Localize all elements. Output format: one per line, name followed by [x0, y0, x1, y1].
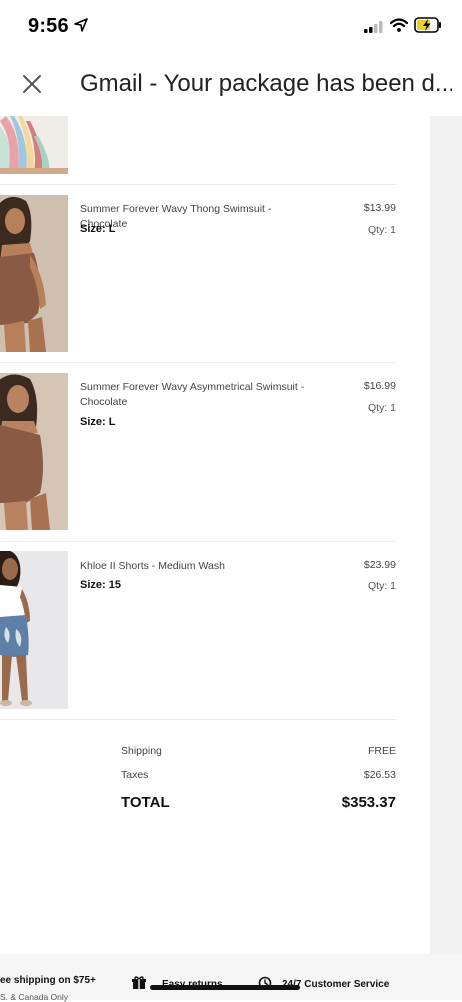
wifi-icon — [390, 18, 408, 32]
total-value: $353.37 — [341, 794, 396, 811]
item-price: $13.99 — [363, 202, 396, 214]
item-price: $23.99 — [363, 559, 396, 571]
item-divider — [0, 541, 397, 542]
product-image[interactable] — [0, 195, 68, 352]
item-qty: Qty: 1 — [367, 402, 396, 414]
home-indicator[interactable] — [150, 985, 300, 990]
status-time: 9:56 — [28, 15, 69, 37]
scroll-gutter — [430, 116, 462, 954]
item-name[interactable]: Khloe II Shorts - Medium Wash — [80, 559, 310, 574]
taxes-label: Taxes — [121, 769, 149, 781]
item-name[interactable]: Summer Forever Wavy Asymmetrical Swimsui… — [80, 380, 310, 410]
item-size: Size: L — [80, 416, 116, 428]
close-icon[interactable] — [18, 70, 46, 98]
item-qty: Qty: 1 — [367, 580, 396, 592]
cellular-signal-icon — [364, 21, 383, 33]
product-image[interactable] — [0, 373, 68, 530]
taxes-value: $26.53 — [363, 769, 396, 781]
status-bar: 9:56 — [0, 0, 462, 56]
item-price: $16.99 — [363, 380, 396, 392]
total-label: TOTAL — [121, 794, 170, 811]
location-arrow-icon — [74, 18, 88, 32]
shipping-label: Shipping — [121, 745, 162, 757]
item-size: Size: 15 — [80, 579, 121, 591]
battery-charging-icon — [414, 17, 441, 33]
free-shipping-text: ee shipping on $75+ — [0, 975, 96, 986]
item-size: Size: L — [80, 223, 116, 235]
item-divider — [0, 719, 397, 720]
item-qty: Qty: 1 — [367, 224, 396, 236]
item-divider — [0, 184, 397, 185]
page-title: Gmail - Your package has been d... — [80, 70, 452, 97]
item-divider — [0, 362, 397, 363]
shipping-value: FREE — [367, 745, 396, 757]
product-image-partial[interactable] — [0, 116, 68, 174]
app-bar: Gmail - Your package has been d... — [0, 56, 462, 114]
product-image[interactable] — [0, 551, 68, 709]
gift-icon — [132, 976, 146, 989]
free-shipping-subtext: S. & Canada Only — [0, 992, 69, 1002]
